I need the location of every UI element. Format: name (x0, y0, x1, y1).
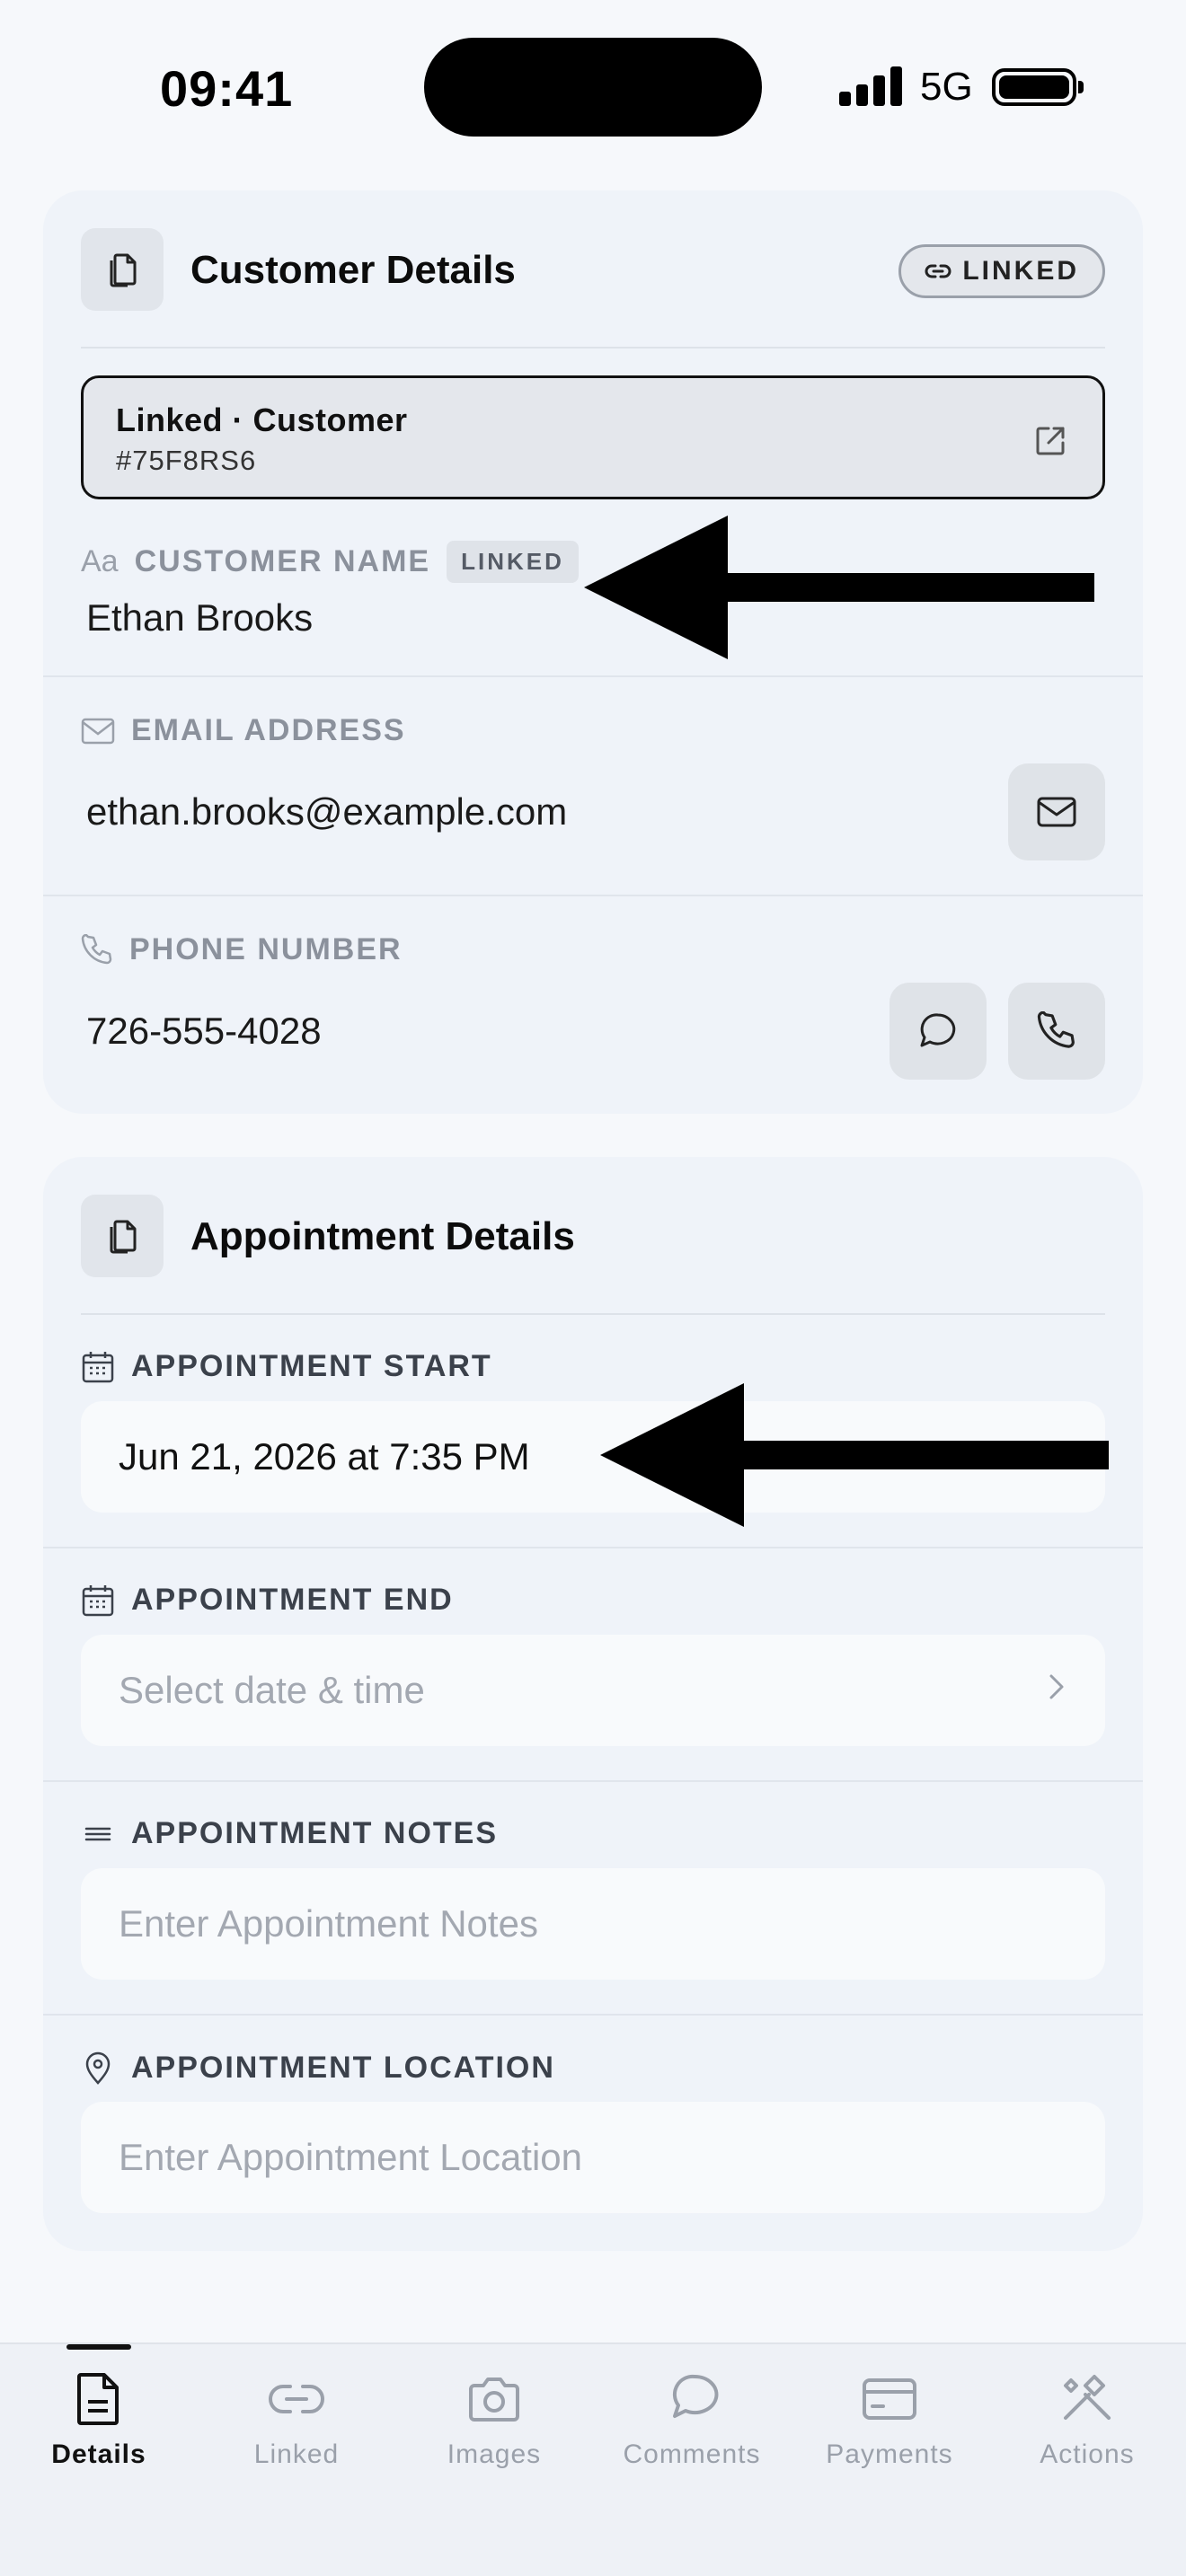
mail-icon (81, 718, 115, 744)
tab-comments[interactable]: Comments (593, 2344, 791, 2506)
phone-icon (81, 933, 112, 964)
appointment-notes-label-row: APPOINTMENT NOTES (81, 1816, 498, 1851)
text-lines-icon (84, 1827, 111, 1840)
phone-label: PHONE NUMBER (129, 932, 403, 966)
tab-details[interactable]: Details (0, 2344, 198, 2506)
status-time: 09:41 (160, 60, 294, 117)
mail-icon (1037, 797, 1076, 827)
appointment-end-picker[interactable]: Select date & time (81, 1635, 1105, 1746)
customer-name-label: CUSTOMER NAME (134, 544, 431, 578)
tab-actions[interactable]: Actions (988, 2344, 1186, 2506)
customer-name-label-row: Aa CUSTOMER NAME LINKED (81, 541, 579, 583)
appointment-start-label-row: APPOINTMENT START (81, 1349, 492, 1384)
tab-label: Actions (1040, 2439, 1135, 2469)
card-icon (862, 2368, 917, 2430)
tab-label: Images (447, 2439, 542, 2469)
link-icon (269, 2368, 324, 2430)
linked-record-title: Linked · Customer (116, 401, 408, 438)
row-divider (43, 675, 1143, 677)
document-icon (75, 2368, 122, 2430)
phone-label-row: PHONE NUMBER (81, 932, 403, 967)
text-type-icon: Aa (81, 544, 119, 578)
appointment-location-label-row: APPOINTMENT LOCATION (81, 2050, 555, 2086)
tab-linked[interactable]: Linked (198, 2344, 395, 2506)
message-button[interactable] (890, 983, 987, 1080)
appointment-location-placeholder: Enter Appointment Location (119, 2136, 583, 2178)
appointment-start-value: Jun 21, 2026 at 7:35 PM (119, 1435, 530, 1478)
appointment-card-header: Appointment Details (81, 1195, 1105, 1277)
annotation-arrow (600, 1383, 1109, 1527)
chat-icon (664, 2368, 720, 2430)
calendar-icon (82, 1351, 114, 1382)
email-label-row: EMAIL ADDRESS (81, 713, 406, 748)
chat-bubble-icon (920, 1013, 956, 1047)
customer-card-header: Customer Details LINKED (81, 228, 1105, 311)
appointment-end-label-row: APPOINTMENT END (81, 1583, 454, 1618)
active-tab-indicator (66, 2344, 131, 2350)
annotation-arrow (584, 516, 1094, 659)
phone-icon (1037, 1011, 1075, 1048)
row-divider (43, 895, 1143, 896)
battery-icon (992, 68, 1084, 106)
map-pin-icon (85, 2051, 111, 2085)
email-value[interactable]: ethan.brooks@example.com (86, 790, 567, 834)
bottom-tab-bar: Details Linked Images Comments Payments … (0, 2342, 1186, 2576)
customer-name-value[interactable]: Ethan Brooks (86, 596, 313, 640)
copy-documents-icon (81, 1195, 164, 1277)
customer-name-linked-badge: LINKED (447, 541, 579, 583)
customer-card-title: Customer Details (190, 248, 516, 292)
dynamic-island (424, 38, 762, 137)
calendar-icon (82, 1584, 114, 1616)
appointment-end-label: APPOINTMENT END (131, 1583, 454, 1617)
network-label: 5G (920, 65, 973, 109)
call-button[interactable] (1008, 983, 1105, 1080)
camera-icon (467, 2368, 521, 2430)
appointment-notes-input[interactable]: Enter Appointment Notes (81, 1868, 1105, 1980)
tab-images[interactable]: Images (395, 2344, 593, 2506)
row-divider (43, 1547, 1143, 1548)
linked-pill-label: LINKED (962, 256, 1079, 286)
tab-label: Linked (253, 2439, 340, 2469)
tab-label: Details (51, 2439, 146, 2469)
row-divider (43, 2014, 1143, 2016)
tools-icon (1058, 2368, 1116, 2430)
link-icon (925, 264, 951, 278)
send-email-button[interactable] (1008, 763, 1105, 860)
linked-customer-record[interactable]: Linked · Customer #75F8RS6 (81, 375, 1105, 499)
header-divider (81, 1313, 1105, 1315)
phone-value[interactable]: 726-555-4028 (86, 1010, 322, 1053)
appointment-notes-placeholder: Enter Appointment Notes (119, 1902, 538, 1945)
copy-documents-icon (81, 228, 164, 311)
appointment-start-label: APPOINTMENT START (131, 1349, 492, 1383)
row-divider (43, 1780, 1143, 1782)
tab-label: Comments (623, 2439, 761, 2469)
tab-payments[interactable]: Payments (791, 2344, 988, 2506)
chevron-right-icon (1046, 1669, 1067, 1709)
appointment-card-title: Appointment Details (190, 1214, 575, 1258)
linked-status-pill[interactable]: LINKED (898, 244, 1105, 298)
tab-label: Payments (826, 2439, 953, 2469)
appointment-location-label: APPOINTMENT LOCATION (131, 2050, 555, 2085)
status-bar: 09:41 5G (0, 0, 1186, 171)
appointment-end-placeholder: Select date & time (119, 1669, 425, 1711)
email-label: EMAIL ADDRESS (131, 713, 406, 747)
appointment-details-card: Appointment Details APPOINTMENT START Ju… (43, 1157, 1143, 2251)
external-link-icon[interactable] (1032, 423, 1068, 463)
header-divider (81, 347, 1105, 348)
linked-record-id: #75F8RS6 (116, 445, 257, 476)
appointment-location-input[interactable]: Enter Appointment Location (81, 2102, 1105, 2213)
appointment-notes-label: APPOINTMENT NOTES (131, 1816, 499, 1850)
signal-icon (839, 65, 902, 106)
